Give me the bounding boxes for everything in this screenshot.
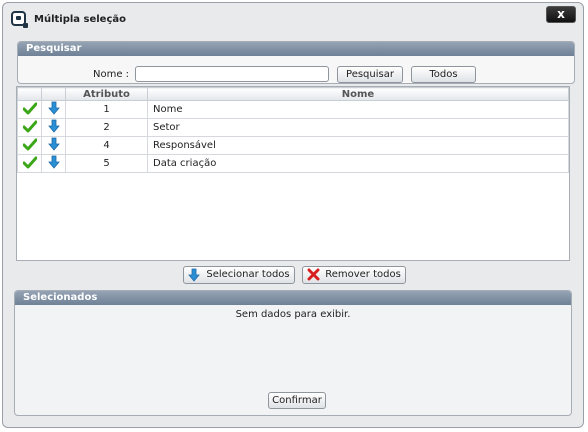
header-atributo: Atributo — [65, 87, 148, 101]
confirm-button[interactable]: Confirmar — [268, 392, 326, 409]
select-all-label: Selecionar todos — [206, 269, 290, 280]
arrow-down-icon[interactable] — [47, 119, 60, 133]
checkmark-icon[interactable] — [22, 120, 37, 133]
row-check-cell[interactable] — [17, 100, 42, 119]
arrow-down-icon[interactable] — [47, 101, 60, 115]
row-atributo: 2 — [65, 118, 148, 137]
row-nome: Data criação — [147, 154, 569, 173]
table-row[interactable]: 1 Nome — [17, 100, 569, 119]
row-atributo: 1 — [65, 100, 148, 119]
selected-panel: Selecionados Sem dados para exibir. Conf… — [14, 290, 572, 416]
all-button[interactable]: Todos — [411, 66, 476, 83]
row-nome: Nome — [147, 100, 569, 119]
arrow-down-icon[interactable] — [47, 137, 60, 151]
header-check-column — [17, 87, 42, 101]
remove-all-button[interactable]: Remover todos — [302, 266, 406, 284]
table-row[interactable]: 5 Data criação — [17, 154, 569, 173]
row-move-cell[interactable] — [41, 118, 66, 137]
row-move-cell[interactable] — [41, 136, 66, 155]
row-move-cell[interactable] — [41, 154, 66, 173]
search-button[interactable]: Pesquisar — [337, 66, 403, 83]
row-check-cell[interactable] — [17, 154, 42, 173]
selected-panel-header: Selecionados — [15, 291, 571, 305]
checkmark-icon[interactable] — [22, 102, 37, 115]
name-label: Nome : — [93, 69, 130, 80]
select-all-button[interactable]: Selecionar todos — [183, 266, 295, 284]
remove-all-label: Remover todos — [325, 269, 401, 280]
arrow-down-icon[interactable] — [47, 155, 60, 169]
attributes-grid: Atributo Nome 1 Nome 2 Setor 4 Responsáv… — [16, 86, 570, 261]
search-panel: Pesquisar Nome : Pesquisar Todos — [17, 41, 575, 84]
close-button[interactable]: x — [546, 6, 576, 23]
dialog-title: Múltipla seleção — [34, 14, 127, 25]
app-logo-icon — [11, 11, 28, 28]
row-atributo: 5 — [65, 154, 148, 173]
table-header-row: Atributo Nome — [17, 87, 569, 101]
header-move-column — [41, 87, 66, 101]
empty-message: Sem dados para exibir. — [235, 309, 351, 320]
attributes-table: Atributo Nome 1 Nome 2 Setor 4 Responsáv… — [17, 87, 569, 173]
search-panel-header: Pesquisar — [18, 42, 574, 56]
table-row[interactable]: 2 Setor — [17, 118, 569, 137]
title-bar: Múltipla seleção x — [3, 3, 583, 33]
checkmark-icon[interactable] — [22, 156, 37, 169]
row-nome: Responsável — [147, 136, 569, 155]
header-nome: Nome — [147, 87, 569, 101]
row-move-cell[interactable] — [41, 100, 66, 119]
arrow-down-icon — [188, 268, 200, 282]
name-input[interactable] — [135, 66, 329, 82]
checkmark-icon[interactable] — [22, 138, 37, 151]
row-check-cell[interactable] — [17, 118, 42, 137]
red-x-icon — [307, 268, 320, 281]
row-check-cell[interactable] — [17, 136, 42, 155]
row-nome: Setor — [147, 118, 569, 137]
row-atributo: 4 — [65, 136, 148, 155]
table-row[interactable]: 4 Responsável — [17, 136, 569, 155]
